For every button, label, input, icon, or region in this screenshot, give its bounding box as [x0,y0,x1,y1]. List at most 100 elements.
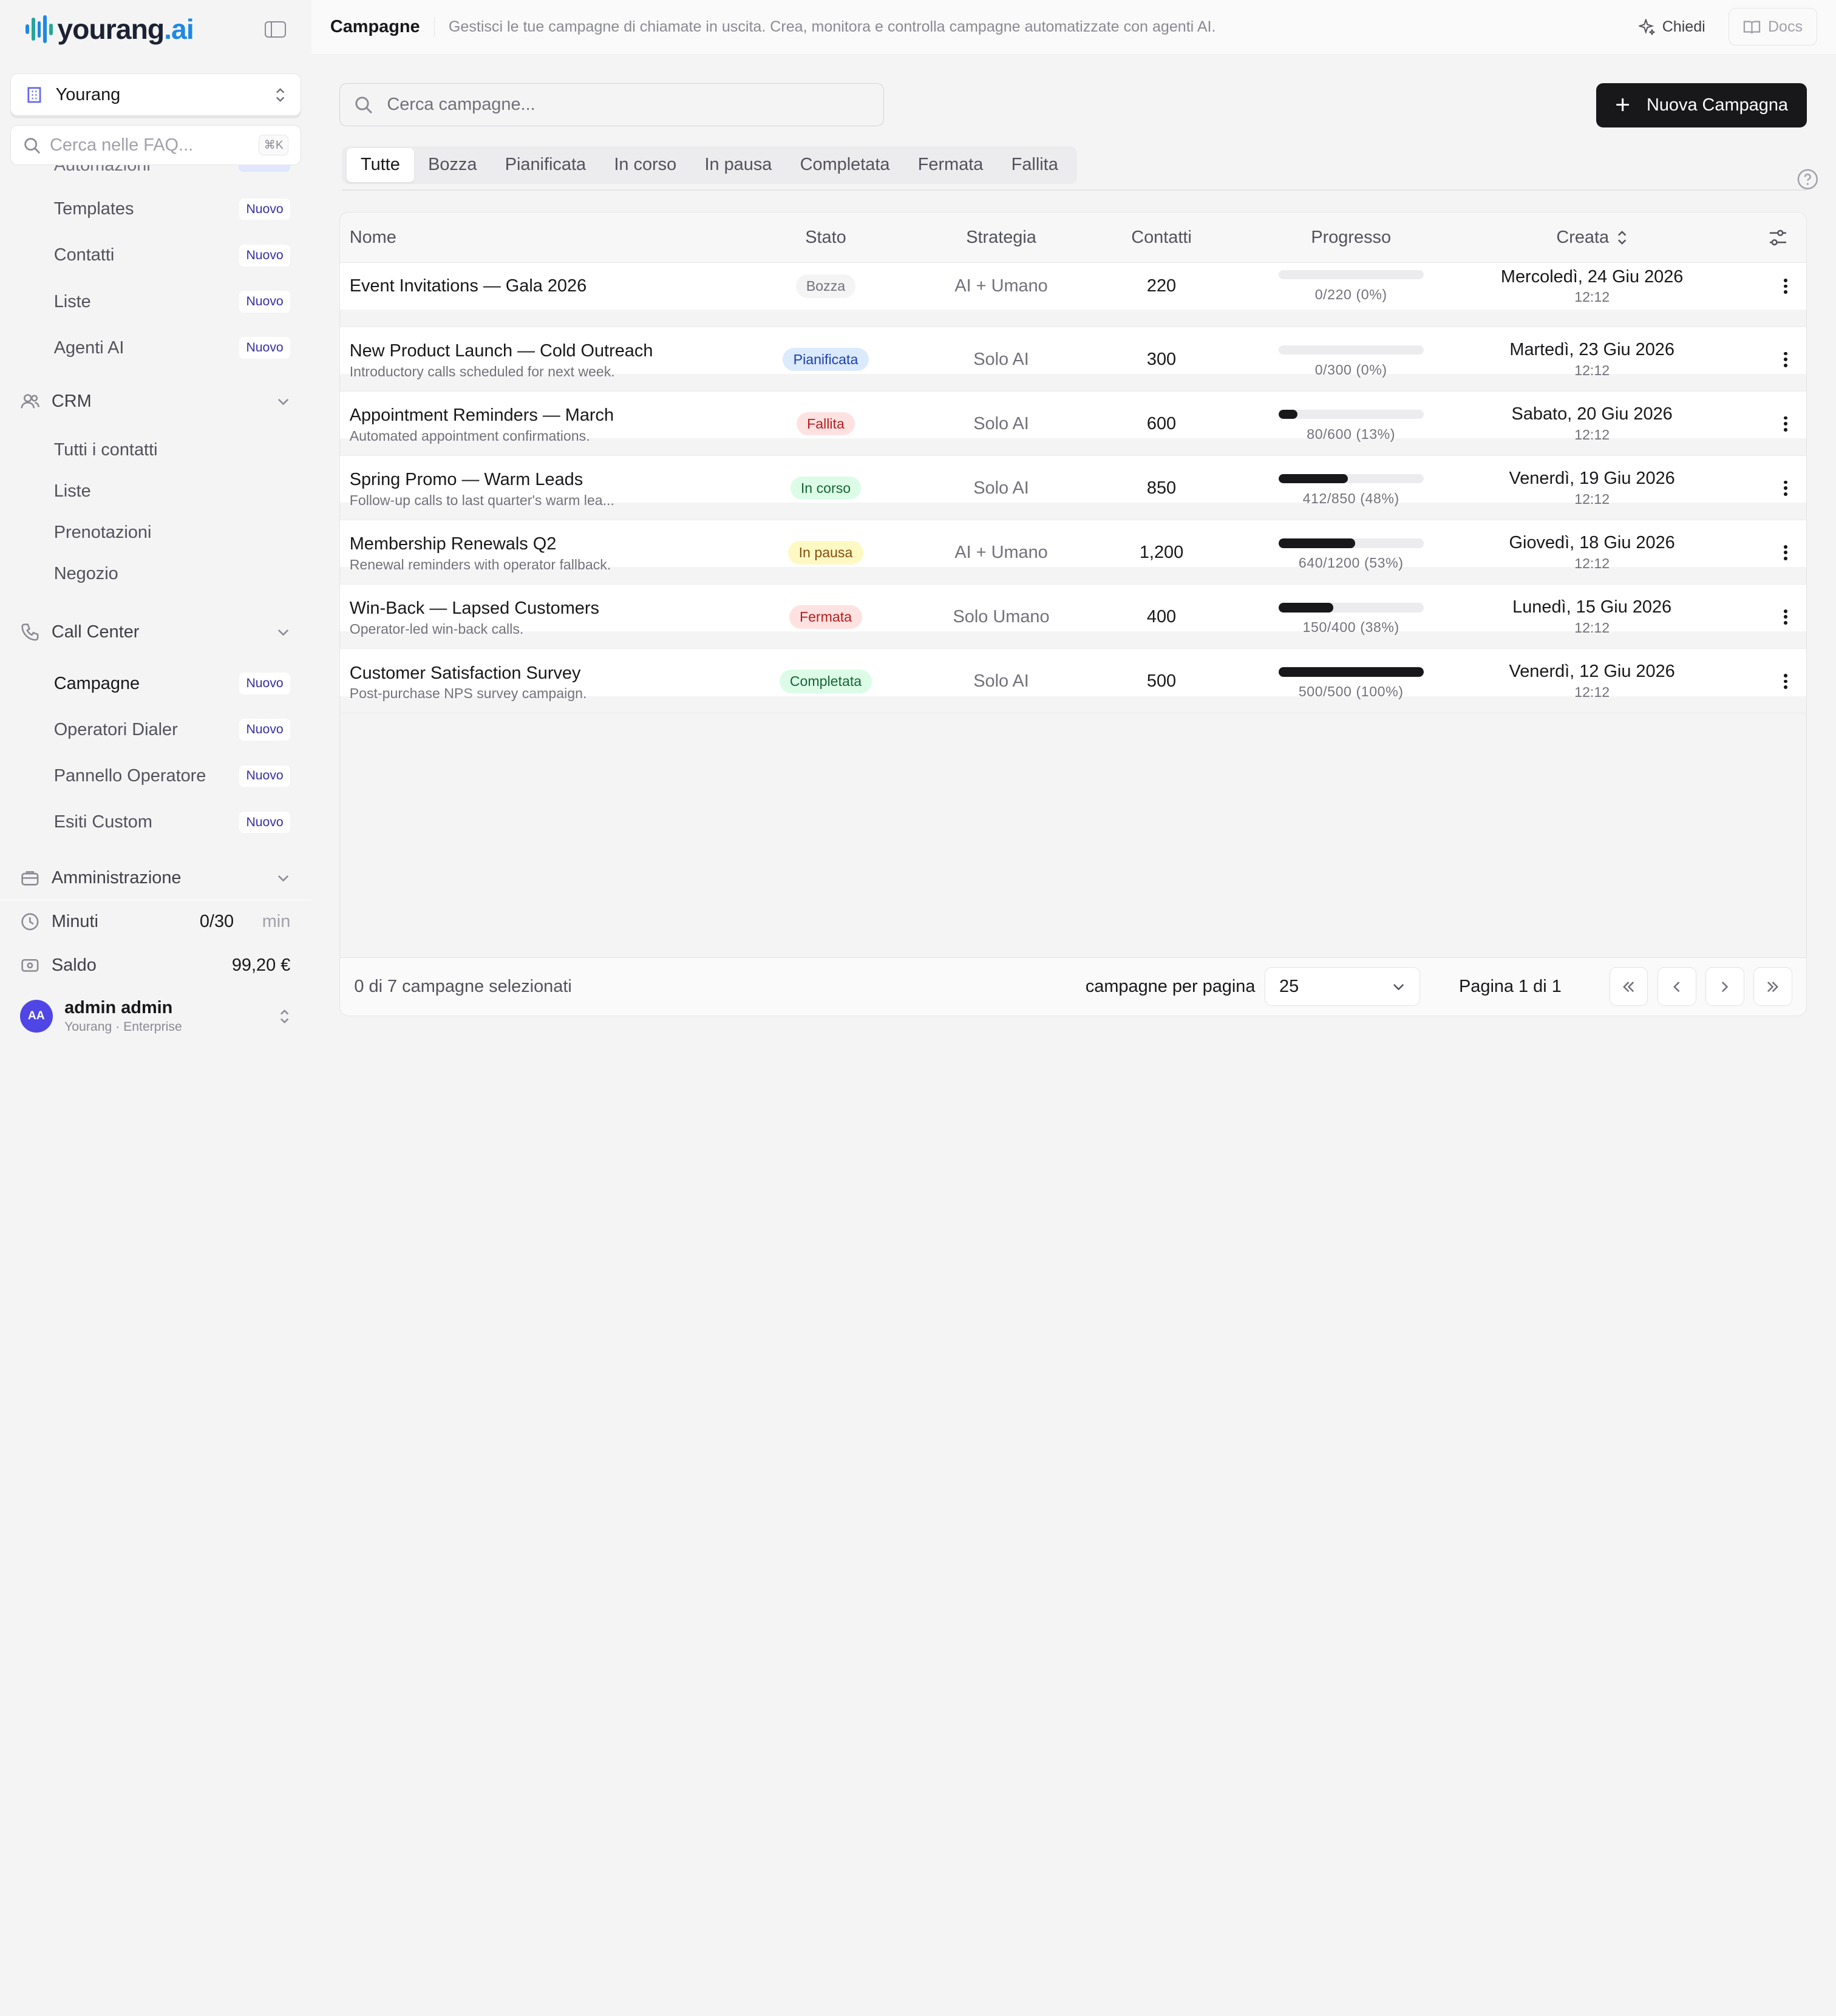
row-actions[interactable] [1716,649,1806,713]
campaign-search[interactable] [339,83,885,127]
tab-pianificata[interactable]: Pianificata [491,148,600,182]
campaign-name[interactable]: Win-Back — Lapsed Customers [350,599,599,619]
logo-mark-icon [25,15,53,44]
campaign-name[interactable]: Event Invitations — Gala 2026 [350,276,586,296]
progress-cell: 640/1200 (53%) [1234,520,1468,585]
sidebar-item-contatti[interactable]: Contatti Nuovo [0,232,311,279]
sidebar-item-agenti-ai[interactable]: Agenti AI Nuovo [0,325,311,371]
campaign-name-cell: Win-Back — Lapsed Customers Operator-led… [340,585,738,649]
status-badge: Fermata [789,605,863,629]
sidebar-section-crm[interactable]: CRM [0,373,311,430]
sidebar-item-prenotazioni[interactable]: Prenotazioni [0,512,311,554]
progress-fill [1278,538,1356,548]
new-badge: Nuovo [239,719,291,741]
row-actions[interactable] [1716,456,1806,520]
shortcut-hint: ⌘K [258,135,289,155]
column-created[interactable]: Creata [1468,212,1716,262]
sidebar-item-templates[interactable]: Templates Nuovo [0,186,311,232]
row-actions[interactable] [1716,392,1806,456]
strategy-cell: Solo AI [973,349,1029,369]
new-campaign-label: Nuova Campagna [1646,95,1788,115]
brand-logo[interactable]: yourang.ai [25,13,194,46]
sidebar-section-call-center[interactable]: Call Center [0,604,311,660]
status-tabs: Tutte Bozza Pianificata In corso In paus… [342,146,1077,184]
next-page-button[interactable] [1705,967,1744,1006]
tab-in-pausa[interactable]: In pausa [690,148,786,182]
sidebar-item-esiti-custom[interactable]: Esiti Custom Nuovo [0,799,311,846]
section-title: CRM [51,391,92,411]
campaign-name-cell: Customer Satisfaction Survey Post-purcha… [340,649,738,713]
progress-bar [1278,410,1424,419]
status-badge: Bozza [795,274,856,298]
first-page-button[interactable] [1609,967,1648,1006]
status-cell: Bozza [738,263,913,310]
progress-cell: 500/500 (100%) [1234,649,1468,713]
tab-in-corso[interactable]: In corso [600,148,690,182]
row-actions[interactable] [1716,263,1806,310]
tab-fermata[interactable]: Fermata [904,148,998,182]
tab-tutte[interactable]: Tutte [346,148,414,182]
user-menu[interactable]: AA admin admin Yourang · Enterprise [0,987,311,1045]
new-campaign-button[interactable]: + Nuova Campagna [1596,83,1807,128]
table-row[interactable]: Appointment Reminders — March Automated … [340,392,1806,456]
row-actions[interactable] [1716,520,1806,585]
user-info: admin admin Yourang · Enterprise [64,998,267,1035]
sidebar-item-operatori-dialer[interactable]: Operatori Dialer Nuovo [0,707,311,753]
table-row[interactable]: Membership Renewals Q2 Renewal reminders… [340,520,1806,585]
table-row[interactable]: Win-Back — Lapsed Customers Operator-led… [340,585,1806,650]
status-cell: Fallita [738,392,913,456]
table-row[interactable]: New Product Launch — Cold Outreach Intro… [340,327,1806,392]
sidebar-item-campagne[interactable]: Campagne Nuovo [0,660,311,707]
campaign-description: Operator-led win-back calls. [349,621,524,637]
created-cell: Martedì, 23 Giu 2026 12:12 [1468,327,1716,392]
campaign-name[interactable]: Customer Satisfaction Survey [350,664,581,684]
campaign-name[interactable]: Membership Renewals Q2 [350,534,557,554]
org-selector[interactable]: Yourang [10,73,301,116]
campaign-name[interactable]: Appointment Reminders — March [350,406,614,426]
contacts-cell: 600 [1146,413,1177,433]
help-icon[interactable] [1797,169,1818,190]
sidebar-section-amministrazione[interactable]: Amministrazione [0,850,311,900]
campaign-name[interactable]: Spring Promo — Warm Leads [350,470,583,490]
prev-page-button[interactable] [1657,967,1696,1006]
sidebar-item-automazioni[interactable]: Automazioni [54,165,151,176]
table-row[interactable]: Spring Promo — Warm Leads Follow-up call… [340,456,1806,521]
new-badge: Nuovo [239,245,291,266]
sidebar-toggle-icon[interactable] [264,21,286,38]
search-icon [24,137,40,154]
row-actions[interactable] [1716,585,1806,649]
chevron-updown-icon [280,1009,289,1023]
campaign-search-input[interactable] [387,95,869,115]
campaign-name[interactable]: New Product Launch — Cold Outreach [350,341,653,361]
docs-button[interactable]: Docs [1729,8,1818,46]
briefcase-icon [21,871,39,886]
new-badge: Nuovo [239,811,291,833]
chevron-down-icon [278,875,289,882]
users-icon [21,394,39,409]
new-badge: Nuovo [239,673,291,694]
sidebar-item-liste[interactable]: Liste Nuovo [0,279,311,325]
sidebar-item-pannello-operatore[interactable]: Pannello Operatore Nuovo [0,753,311,799]
faq-search-input[interactable]: Cerca nelle FAQ... ⌘K [10,125,301,165]
balance-label: Saldo [51,955,97,975]
tab-bozza[interactable]: Bozza [414,148,491,182]
tab-fallita[interactable]: Fallita [998,148,1072,182]
minutes-label: Minuti [51,912,98,932]
org-name: Yourang [55,84,121,104]
last-page-button[interactable] [1753,967,1792,1006]
table-row[interactable]: Event Invitations — Gala 2026 Bozza AI +… [340,262,1806,328]
row-actions[interactable] [1716,327,1806,392]
status-badge: Fallita [796,412,855,436]
sidebar-item-negozio[interactable]: Negozio [0,554,311,595]
campaign-name-cell: Membership Renewals Q2 Renewal reminders… [340,520,738,585]
sidebar-item-tutti-i-contatti[interactable]: Tutti i contatti [0,430,311,471]
content-panel: + Nuova Campagna Tutte Bozza Pianificata… [328,53,1836,1046]
table-row[interactable]: Customer Satisfaction Survey Post-purcha… [340,649,1806,714]
tab-completata[interactable]: Completata [786,148,904,182]
sidebar-item-crm-liste[interactable]: Liste [0,471,311,512]
column-settings[interactable] [1716,212,1806,262]
per-page-select[interactable]: 25 [1264,967,1421,1006]
chevron-right-icon [1722,981,1729,992]
ask-button[interactable]: Chiedi [1630,11,1715,42]
balance-value: 99,20 € [231,955,291,975]
